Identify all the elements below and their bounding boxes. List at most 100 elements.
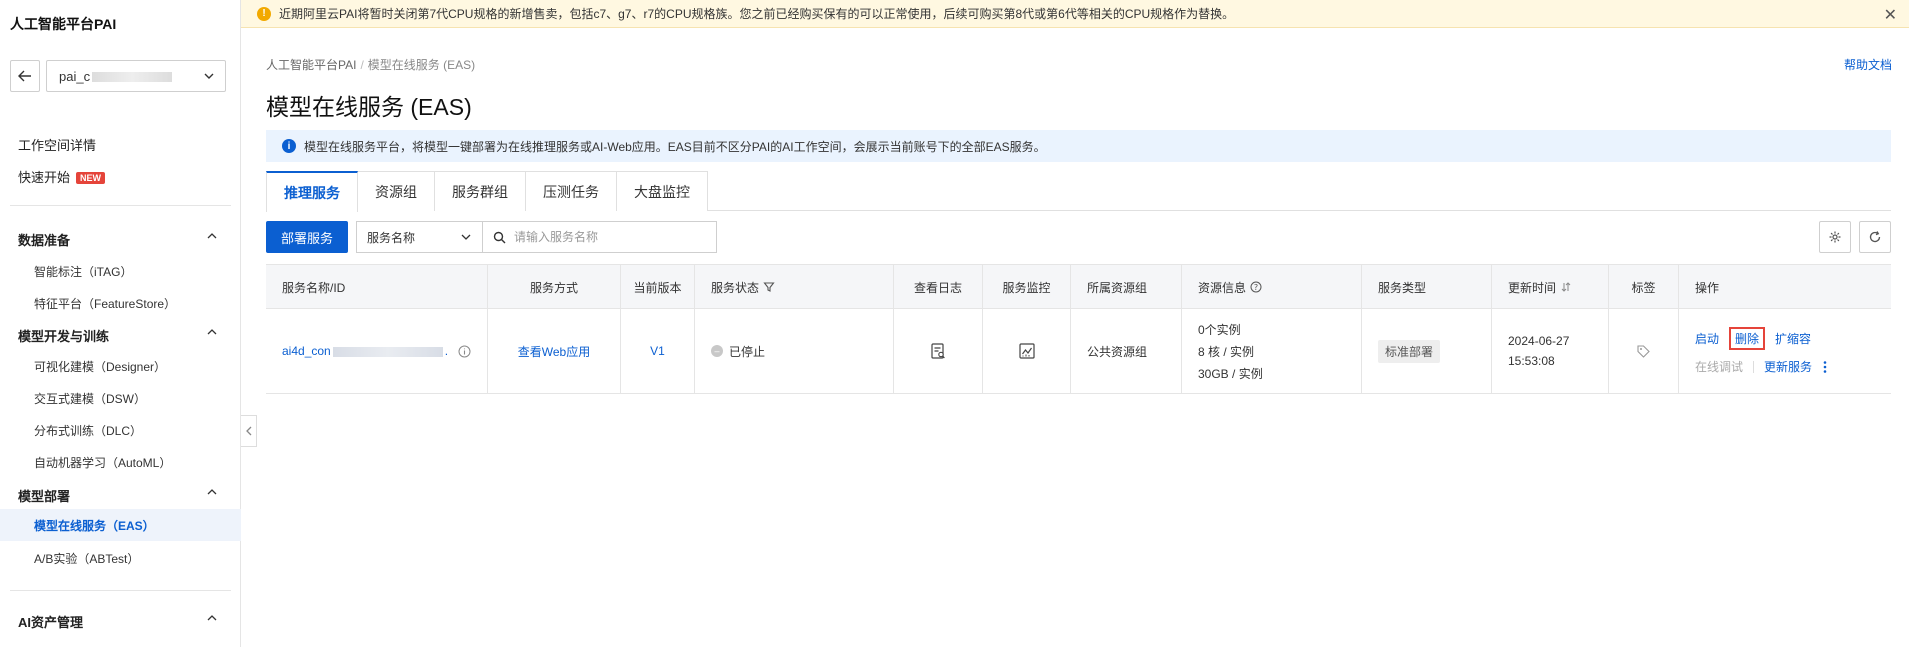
chevron-left-icon <box>245 426 251 436</box>
update-service-button[interactable]: 更新服务 <box>1764 358 1812 375</box>
tab-resource-group[interactable]: 资源组 <box>358 171 435 211</box>
sidebar-quick-start[interactable]: 快速开始 NEW <box>18 167 106 186</box>
cell-resource-group: 公共资源组 <box>1071 309 1182 393</box>
sidebar-item-abtest[interactable]: A/B实验（ABTest） <box>34 550 139 567</box>
resource-cores: 8 核 / 实例 <box>1198 344 1255 359</box>
breadcrumb: 人工智能平台PAI / 模型在线服务 (EAS) <box>266 56 475 73</box>
chevron-up-icon <box>207 233 217 239</box>
more-icon[interactable] <box>1822 360 1828 374</box>
delete-button[interactable]: 删除 <box>1729 327 1766 350</box>
actions-group: 启动 删除 扩缩容 在线调试 更新服务 <box>1695 327 1828 375</box>
back-button[interactable] <box>10 60 40 92</box>
updated-date: 2024-06-27 <box>1508 334 1570 348</box>
online-debug-button[interactable]: 在线调试 <box>1695 358 1743 375</box>
cell-monitor <box>983 309 1071 393</box>
help-icon[interactable]: ? <box>1250 281 1262 293</box>
warning-icon: ! <box>257 6 271 21</box>
app-title: 人工智能平台PAI <box>10 16 117 32</box>
sidebar-item-dsw[interactable]: 交互式建模（DSW） <box>34 390 146 407</box>
chevron-down-icon <box>461 234 471 240</box>
cell-version: V1 <box>621 309 695 393</box>
workspace-name: pai_c <box>59 69 173 84</box>
status-text: 已停止 <box>729 344 766 359</box>
breadcrumb-root[interactable]: 人工智能平台PAI <box>266 58 356 72</box>
banner-text: 近期阿里云PAI将暂时关闭第7代CPU规格的新增售卖，包括c7、g7、r7的CP… <box>279 7 1235 21</box>
col-service-type: 服务类型 <box>1362 265 1492 309</box>
info-circle-icon[interactable] <box>458 345 471 358</box>
col-updated: 更新时间 <box>1492 265 1609 309</box>
version-link[interactable]: V1 <box>650 344 665 358</box>
sidebar-item-itag[interactable]: 智能标注（iTAG） <box>34 263 132 280</box>
page-title: 模型在线服务 (EAS) <box>266 94 472 120</box>
svg-text:?: ? <box>1254 283 1258 292</box>
service-name-link[interactable]: ai4d_con. <box>282 344 448 358</box>
sidebar-group-dev-train[interactable]: 模型开发与训练 <box>18 326 218 345</box>
gear-icon <box>1829 231 1841 243</box>
close-icon[interactable]: ✕ <box>1884 5 1897 25</box>
search-input-wrap <box>483 222 716 252</box>
sidebar-item-eas[interactable]: 模型在线服务（EAS） <box>0 509 241 541</box>
tab-inference-service[interactable]: 推理服务 <box>266 171 358 212</box>
refresh-icon <box>1869 231 1881 243</box>
cell-updated: 2024-06-27 15:53:08 <box>1492 309 1609 393</box>
sidebar-group-ai-assets[interactable]: AI资产管理 <box>18 612 218 631</box>
arrow-left-icon <box>18 70 31 82</box>
cell-service-mode: 查看Web应用 <box>488 309 621 393</box>
warning-banner: ! 近期阿里云PAI将暂时关闭第7代CPU规格的新增售卖，包括c7、g7、r7的… <box>241 0 1909 28</box>
start-button[interactable]: 启动 <box>1695 330 1719 347</box>
deploy-service-button[interactable]: 部署服务 <box>266 221 348 253</box>
cell-logs <box>894 309 983 393</box>
col-resource-group: 所属资源组 <box>1071 265 1182 309</box>
new-badge: NEW <box>76 172 106 184</box>
info-text: 模型在线服务平台，将模型一键部署为在线推理服务或AI-Web应用。EAS目前不区… <box>304 139 1046 154</box>
sidebar-group-data-prep[interactable]: 数据准备 <box>18 230 218 249</box>
sidebar-item-automl[interactable]: 自动机器学习（AutoML） <box>34 454 171 471</box>
view-web-app-link[interactable]: 查看Web应用 <box>518 343 590 360</box>
chevron-up-icon <box>207 329 217 335</box>
sidebar-item-dlc[interactable]: 分布式训练（DLC） <box>34 422 142 439</box>
sidebar-workspace-details[interactable]: 工作空间详情 <box>18 135 96 154</box>
refresh-button[interactable] <box>1859 221 1891 253</box>
col-status: 服务状态 <box>695 265 894 309</box>
chevron-up-icon <box>207 615 217 621</box>
sidebar-group-deploy[interactable]: 模型部署 <box>18 486 218 505</box>
search-group: 服务名称 <box>356 221 717 253</box>
tab-load-test[interactable]: 压测任务 <box>526 171 617 211</box>
toolbar: 部署服务 服务名称 <box>266 221 1891 253</box>
sidebar-item-designer[interactable]: 可视化建模（Designer） <box>34 358 166 375</box>
actions-row-secondary: 在线调试 更新服务 <box>1695 358 1828 375</box>
sidebar: 人工智能平台PAI pai_c 工作空间详情 快速开始 NEW 数据准备 智能标注… <box>0 0 241 647</box>
tab-service-group[interactable]: 服务群组 <box>435 171 526 211</box>
tab-bar: 推理服务 资源组 服务群组 压测任务 大盘监控 <box>266 171 1891 212</box>
col-actions: 操作 <box>1695 280 1720 295</box>
sidebar-collapse-button[interactable] <box>241 415 257 447</box>
updated-time: 15:53:08 <box>1508 354 1555 368</box>
filter-icon[interactable] <box>763 281 775 293</box>
breadcrumb-separator: / <box>360 58 364 72</box>
col-tags: 标签 <box>1609 265 1679 309</box>
resource-instances: 0个实例 <box>1198 322 1241 337</box>
tab-dashboard[interactable]: 大盘监控 <box>617 171 708 211</box>
col-resource-info: 资源信息 ? <box>1182 265 1362 309</box>
search-input[interactable] <box>514 230 704 244</box>
sort-icon[interactable] <box>1560 281 1572 293</box>
sidebar-item-featurestore[interactable]: 特征平台（FeatureStore） <box>34 295 176 312</box>
col-version: 当前版本 <box>621 265 695 309</box>
search-field-select[interactable]: 服务名称 <box>357 222 483 252</box>
cell-resource-info: 0个实例 8 核 / 实例 30GB / 实例 <box>1182 309 1362 393</box>
sidebar-divider <box>10 205 231 206</box>
cell-status: – 已停止 <box>695 309 894 393</box>
log-icon[interactable] <box>929 342 947 360</box>
resource-memory: 30GB / 实例 <box>1198 366 1263 381</box>
sidebar-divider <box>10 590 231 591</box>
breadcrumb-current: 模型在线服务 (EAS) <box>367 58 476 72</box>
help-docs-link[interactable]: 帮助文档 <box>1844 56 1892 73</box>
col-name: 服务名称/ID <box>266 265 488 309</box>
scale-button[interactable]: 扩缩容 <box>1775 330 1811 347</box>
monitor-chart-icon[interactable] <box>1018 342 1036 360</box>
cell-service-type: 标准部署 <box>1362 309 1492 393</box>
stopped-status-icon: – <box>711 345 723 357</box>
settings-button[interactable] <box>1819 221 1851 253</box>
tag-icon[interactable] <box>1636 344 1651 359</box>
workspace-select[interactable]: pai_c <box>46 60 226 92</box>
